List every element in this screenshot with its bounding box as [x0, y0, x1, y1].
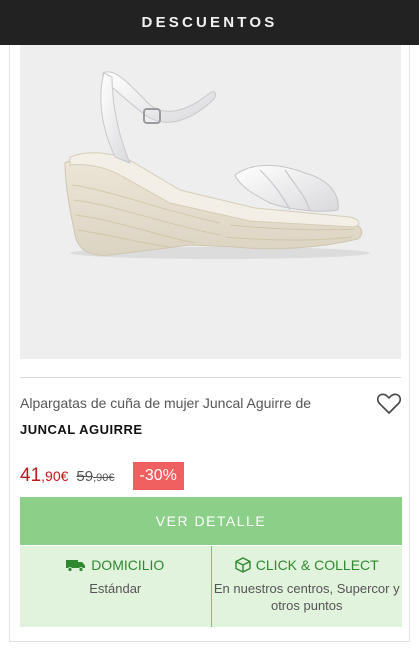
truck-icon — [66, 560, 86, 572]
home-delivery-label: DOMICILIO — [91, 557, 165, 573]
current-price-integer: 41 — [20, 465, 42, 486]
page-title: DESCUENTOS — [141, 14, 278, 31]
product-card[interactable]: Alpargatas de cuña de mujer Juncal Aguir… — [9, 45, 410, 642]
product-name[interactable]: Alpargatas de cuña de mujer Juncal Aguir… — [20, 394, 350, 412]
divider — [20, 377, 401, 378]
original-price-decimal: ,90€ — [93, 471, 115, 484]
home-delivery-detail: Estándar — [89, 581, 142, 596]
box-icon — [235, 557, 251, 573]
click-collect-option: CLICK & COLLECT En nuestros centros, Sup… — [210, 546, 403, 627]
price-row: 41,90€ 59,90€ -30% — [20, 462, 184, 490]
view-detail-button[interactable]: VER DETALLE — [20, 497, 402, 545]
product-brand[interactable]: JUNCAL AGUIRRE — [20, 422, 143, 437]
current-price-decimal: ,90€ — [41, 468, 69, 484]
current-price: 41,90€ — [20, 465, 68, 487]
top-bar: DESCUENTOS — [0, 0, 419, 45]
discount-badge: -30% — [132, 462, 184, 490]
home-delivery-option: DOMICILIO Estándar — [20, 546, 211, 627]
home-delivery-header: DOMICILIO — [66, 557, 164, 573]
sandal-illustration — [64, 71, 370, 259]
original-price: 59,90€ — [76, 468, 114, 485]
click-collect-label: CLICK & COLLECT — [255, 557, 379, 573]
delivery-options: DOMICILIO Estándar CLICK & COLLECT En nu… — [20, 546, 402, 627]
product-image[interactable] — [20, 45, 401, 359]
click-collect-detail: En nuestros centros, Supercor y otros pu… — [213, 581, 400, 613]
original-price-integer: 59 — [76, 467, 94, 485]
click-collect-header: CLICK & COLLECT — [235, 557, 379, 573]
favorite-heart-icon[interactable] — [376, 392, 402, 416]
